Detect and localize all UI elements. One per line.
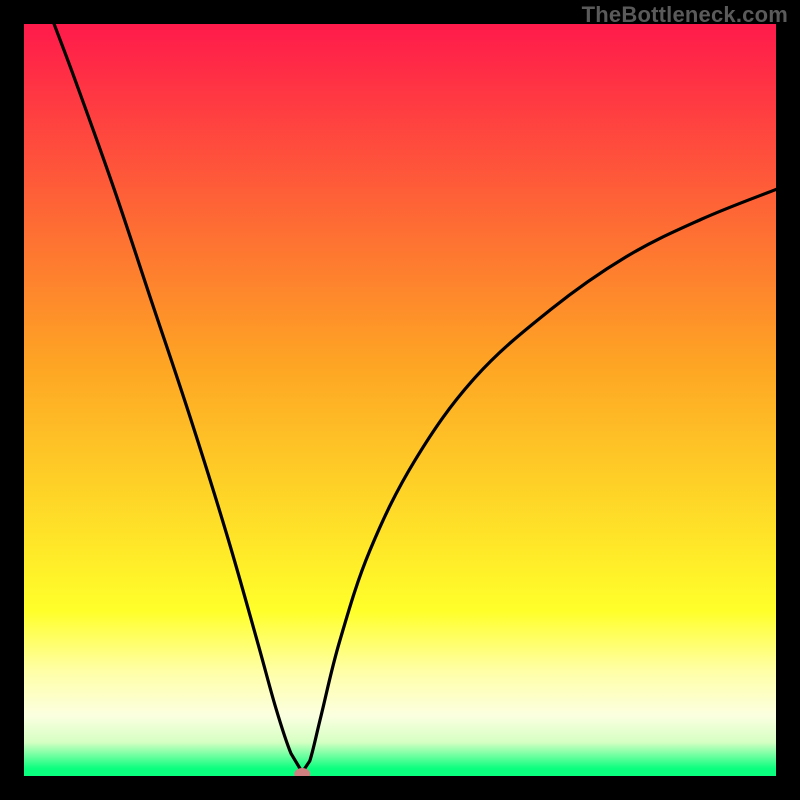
chart-background-gradient [24, 24, 776, 776]
chart-frame [24, 24, 776, 776]
bottleneck-curve-chart [24, 24, 776, 776]
